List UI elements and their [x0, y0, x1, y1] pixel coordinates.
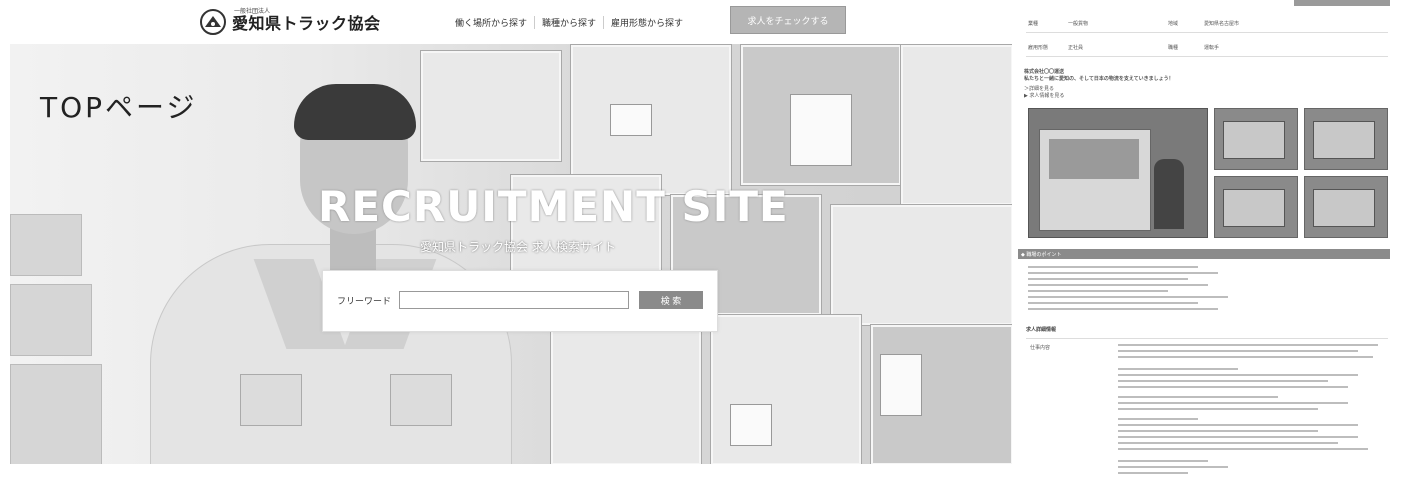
cardboard-box — [550, 324, 702, 464]
text-line — [1028, 284, 1208, 286]
info-heading: 求人詳細情報 — [1026, 327, 1057, 333]
company-name: 株式会社〇〇運送 — [1024, 69, 1065, 75]
thumbnail-photo[interactable] — [1304, 108, 1388, 170]
text-line — [1118, 350, 1358, 352]
text-line — [1118, 408, 1318, 410]
text-line — [1118, 374, 1358, 376]
text-line — [1118, 402, 1348, 404]
thumbnail-image — [1313, 121, 1375, 159]
top-page-mock: 一般社団法人 愛知県トラック協会 働く場所から探す 職種から探す 雇用形態から探… — [0, 0, 1012, 496]
shelf-shape — [10, 364, 102, 464]
hero-title: RECRUITMENT SITE — [318, 182, 789, 231]
detail-row2-label1: 雇用形態 — [1028, 45, 1049, 51]
detail-top-button[interactable] — [1294, 0, 1390, 6]
text-line — [1028, 266, 1198, 268]
detail-headline: 私たちと一緒に愛知の、そして日本の物流を支えていきましょう！ — [1024, 76, 1174, 82]
thumbnail-image — [1223, 189, 1285, 227]
detail-link-more[interactable]: ＞詳細を見る — [1024, 85, 1054, 92]
text-line — [1028, 290, 1168, 292]
text-line — [1118, 472, 1188, 474]
detail-row1-value1: 一般貨物 — [1068, 21, 1089, 27]
detail-row2-value2: 運転手 — [1204, 45, 1220, 51]
thumbnail-photo[interactable] — [1214, 176, 1298, 238]
free-word-search-input[interactable] — [399, 291, 629, 309]
divider — [1026, 32, 1388, 33]
text-line — [1118, 418, 1198, 420]
thumbnail-photo[interactable] — [1214, 108, 1298, 170]
detail-page-mock: 業種 一般貨物 地域 愛知県名古屋市 雇用形態 正社員 職種 運転手 株式会社〇… — [1018, 0, 1401, 496]
text-line — [1118, 436, 1358, 438]
global-nav: 働く場所から探す 職種から探す 雇用形態から探す — [448, 16, 690, 29]
text-line — [1118, 356, 1373, 358]
text-line — [1118, 460, 1208, 462]
shelf-shape — [10, 284, 92, 356]
text-line — [1118, 386, 1348, 388]
text-line — [1028, 302, 1198, 304]
detail-link-jobs[interactable]: ▶ 求人情報を見る — [1024, 92, 1064, 99]
box-label — [730, 404, 772, 446]
thumbnail-photo[interactable] — [1304, 176, 1388, 238]
thumbnail-image — [1223, 121, 1285, 159]
detail-row1-label1: 業種 — [1028, 21, 1039, 27]
thumbnail-image — [1313, 189, 1375, 227]
cardboard-box — [830, 204, 1012, 326]
driver-shape — [1154, 159, 1184, 229]
person-hair — [294, 84, 416, 140]
truck-window — [1049, 139, 1139, 179]
detail-row1-value2: 愛知県名古屋市 — [1204, 21, 1240, 27]
points-heading: ◆ 職場のポイント — [1021, 252, 1062, 258]
text-line — [1028, 278, 1188, 280]
shelf-shape — [10, 214, 82, 276]
logo-small-text: 一般社団法人 — [234, 8, 271, 15]
text-line — [1028, 272, 1218, 274]
text-line — [1118, 368, 1238, 370]
main-photo[interactable] — [1028, 108, 1208, 238]
page-label: TOPページ — [40, 91, 198, 124]
hero-subtitle: 愛知県トラック協会 求人検索サイト — [420, 240, 616, 254]
text-line — [1118, 396, 1278, 398]
info-label: 仕事内容 — [1030, 345, 1051, 351]
pocket-left — [240, 374, 302, 426]
nav-item-employment[interactable]: 雇用形態から探す — [604, 16, 690, 29]
text-line — [1118, 442, 1338, 444]
truck-association-logo-icon — [200, 9, 226, 35]
text-line — [1118, 448, 1368, 450]
text-line — [1118, 380, 1328, 382]
cardboard-box — [420, 50, 562, 162]
search-label: フリーワード — [337, 297, 392, 307]
box-label — [880, 354, 922, 416]
detail-row2-label2: 職種 — [1168, 45, 1179, 51]
detail-row1-label2: 地域 — [1168, 21, 1179, 27]
text-line — [1118, 466, 1228, 468]
text-line — [1118, 430, 1318, 432]
cardboard-box — [900, 44, 1012, 206]
site-header: 一般社団法人 愛知県トラック協会 働く場所から探す 職種から探す 雇用形態から探… — [0, 0, 1012, 44]
text-line — [1028, 308, 1218, 310]
detail-row2-value1: 正社員 — [1068, 45, 1084, 51]
site-logo[interactable]: 一般社団法人 愛知県トラック協会 — [200, 8, 381, 35]
search-button[interactable]: 検 索 — [639, 291, 703, 309]
box-label — [790, 94, 852, 166]
box-label — [610, 104, 652, 136]
divider — [1026, 56, 1388, 57]
search-panel: フリーワード 検 索 — [322, 270, 718, 332]
pocket-right — [390, 374, 452, 426]
text-line — [1118, 424, 1358, 426]
points-heading-bar — [1018, 249, 1390, 259]
divider — [1026, 338, 1388, 339]
nav-item-job-type[interactable]: 職種から探す — [535, 16, 605, 29]
text-line — [1028, 296, 1228, 298]
text-line — [1118, 344, 1378, 346]
check-jobs-button[interactable]: 求人をチェックする — [730, 6, 846, 34]
nav-item-workplace[interactable]: 働く場所から探す — [448, 16, 536, 29]
